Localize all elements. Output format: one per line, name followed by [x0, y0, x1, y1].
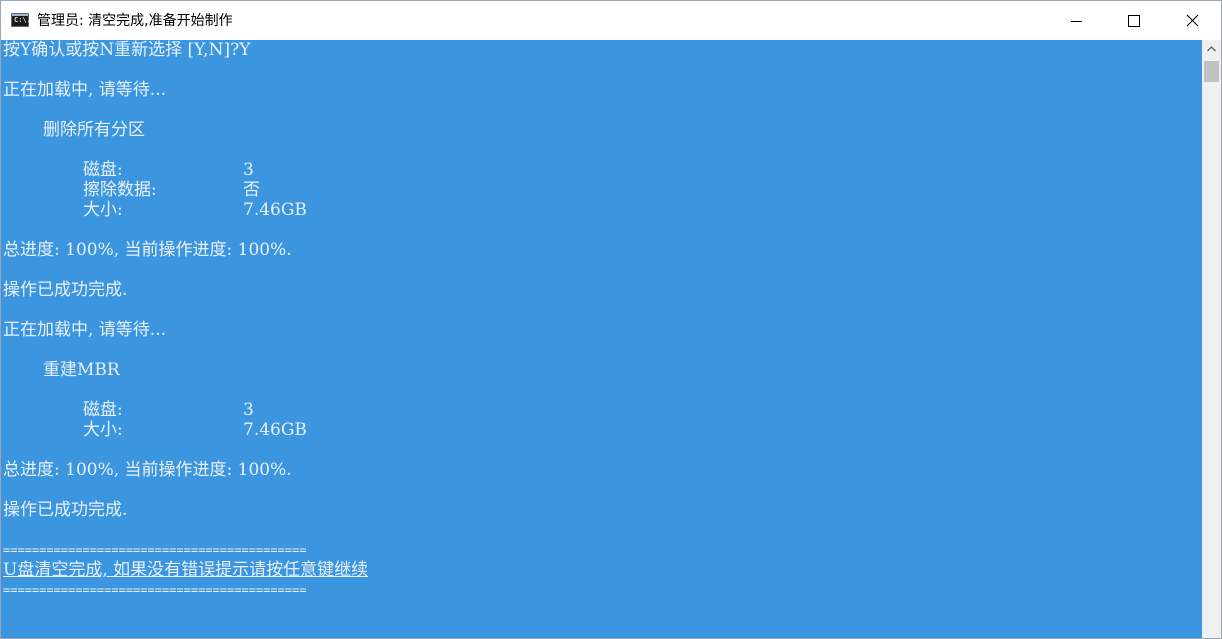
erase-label: 擦除数据:: [83, 180, 157, 200]
final-message-line: U盘清空完成, 如果没有错误提示请按任意键继续: [3, 560, 369, 580]
minimize-icon: [1071, 21, 1082, 22]
window-title: 管理员: 清空完成,准备开始制作: [37, 13, 233, 29]
maximize-button[interactable]: [1105, 1, 1163, 40]
console-window: C:\. 管理员: 清空完成,准备开始制作 按Y确认或按N重新选择 [Y,N]?…: [0, 0, 1222, 639]
close-icon: [1186, 14, 1199, 27]
console-output[interactable]: 按Y确认或按N重新选择 [Y,N]?Y 正在加载中, 请等待... 删除所有分区…: [1, 40, 1202, 638]
rebuild-mbr-line: 重建MBR: [43, 360, 120, 380]
separator-rule-bottom: ========================================…: [3, 583, 307, 597]
disk-label: 磁盘:: [83, 160, 123, 180]
chevron-up-icon: [1207, 46, 1216, 52]
delete-partitions-line: 删除所有分区: [43, 120, 145, 140]
success-line: 操作已成功完成.: [3, 280, 128, 300]
vertical-scrollbar[interactable]: [1202, 40, 1221, 638]
progress-line: 总进度: 100%, 当前操作进度: 100%.: [3, 460, 292, 480]
size-label: 大小:: [83, 420, 123, 440]
disk-value: 3: [243, 160, 254, 180]
close-button[interactable]: [1163, 1, 1221, 40]
loading-line: 正在加载中, 请等待...: [3, 80, 167, 100]
separator-rule-top: ========================================…: [3, 543, 307, 557]
title-bar[interactable]: C:\. 管理员: 清空完成,准备开始制作: [1, 1, 1221, 40]
disk-value: 3: [243, 400, 254, 420]
cmd-icon-text: C:\.: [14, 16, 31, 24]
disk-label: 磁盘:: [83, 400, 123, 420]
success-line: 操作已成功完成.: [3, 500, 128, 520]
scroll-up-button[interactable]: [1202, 40, 1221, 59]
size-label: 大小:: [83, 200, 123, 220]
loading-line: 正在加载中, 请等待...: [3, 320, 167, 340]
progress-line: 总进度: 100%, 当前操作进度: 100%.: [3, 240, 292, 260]
maximize-icon: [1128, 15, 1140, 27]
minimize-button[interactable]: [1047, 1, 1105, 40]
erase-value: 否: [243, 180, 260, 200]
cmd-icon[interactable]: C:\.: [11, 13, 31, 27]
size-value: 7.46GB: [243, 200, 307, 220]
confirm-prompt-line: 按Y确认或按N重新选择 [Y,N]?Y: [3, 40, 251, 60]
size-value: 7.46GB: [243, 420, 307, 440]
scroll-thumb[interactable]: [1204, 61, 1219, 82]
